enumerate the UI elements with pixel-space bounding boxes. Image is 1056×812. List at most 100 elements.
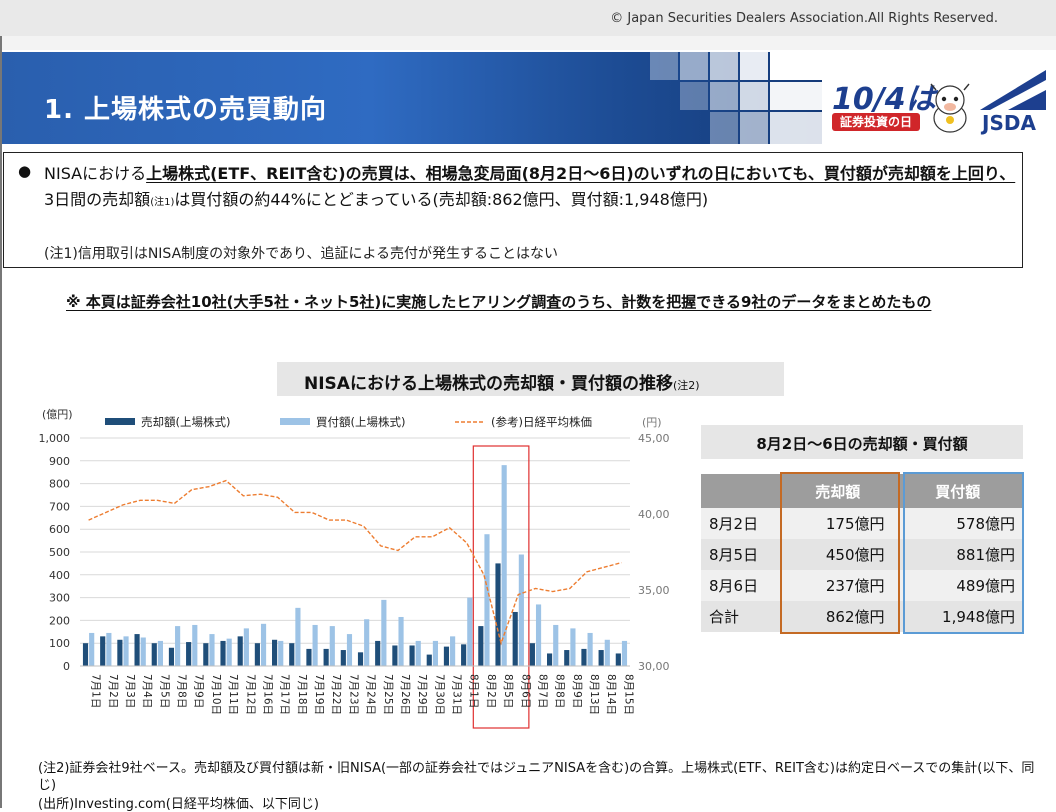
x-tick-label: 8月8日 [554,674,566,708]
row-date: 8月5日 [701,539,783,570]
x-tick-label: 7月23日 [347,674,359,715]
bar-sell [254,643,260,666]
x-tick-label: 7月22日 [330,674,342,715]
bar-sell [598,650,604,666]
x-tick-label: 8月15日 [622,674,634,715]
bar-sell [168,647,175,666]
row-date: 8月2日 [701,508,783,539]
note1: (注1)信用取引はNISA制度の対象外であり、追証による売付が発生することはない [44,246,559,262]
event-logo-label: 証券投資の日 [832,113,920,131]
y-tick-left: 800 [49,478,70,491]
legend-label: 売却額(上場株式) [141,415,230,429]
chart: 0 100 200 300 400 500 600 700 800 900 1,000 30,000 3… [39,408,670,729]
bar-buy [106,632,112,666]
bar-sell [426,654,432,666]
bar-buy [312,624,318,666]
x-tick-label: 8月14日 [605,674,617,715]
chart-title-text: NISAにおける上場株式の売却額・買付額の推移 [304,374,673,394]
bar-sell [409,645,415,666]
top-strip [2,36,1056,50]
y-tick-left: 400 [49,569,70,582]
summary-part1: NISAにおける [44,164,147,183]
bar-buy [243,628,249,666]
bar-buy [157,640,163,666]
x-tick-label: 7月29日 [416,674,428,715]
summary-part3: 3日間の売却額 [44,190,151,209]
x-tick-label: 8月13日 [588,674,600,715]
x-tick-label: 7月18日 [296,674,308,715]
summary-text: NISAにおける上場株式(ETF、REIT含む)の売買は、相場急変局面(8月2日… [44,161,1019,216]
bar-sell [323,648,329,666]
bar-buy [553,624,559,666]
bar-sell [203,643,209,666]
bar-buy [467,597,473,666]
y-tick-right: 35,000 [638,584,670,597]
buy-column-highlight [903,472,1024,634]
x-tick-label: 7月26日 [399,674,411,715]
bar-sell [461,644,467,666]
left-rule [0,36,2,808]
y-tick-left: 300 [49,592,70,605]
bar-buy [192,624,198,666]
bar-sell [478,626,484,666]
x-tick-label: 7月19日 [313,674,325,715]
bar-sell [272,639,278,666]
x-tick-label: 8月5日 [502,674,514,708]
x-tick-label: 7月11日 [227,674,239,715]
table-title: 8月2日～6日の売却額・買付額 [756,435,968,453]
bar-buy [140,637,146,666]
bar-sell [151,643,157,666]
x-tick-label: 8月2日 [485,674,497,708]
legend-label: (参考)日経平均株価 [491,415,592,429]
bar-buy [415,640,421,666]
bar-buy [260,623,267,666]
y-axis-label-right: (円) [642,416,662,429]
sell-column-highlight [780,472,900,634]
chart-title-note: (注2) [672,379,700,392]
bar-buy [587,632,593,666]
banner-mosaic [650,52,822,144]
bar-buy [123,636,129,666]
chart-title: NISAにおける上場株式の売却額・買付額の推移(注2) [304,369,700,394]
bullet-icon: ● [18,162,32,180]
y-axis-label-left: (億円) [42,408,73,421]
page-title: 1. 上場株式の売買動向 [44,95,328,125]
bar-sell [117,639,123,666]
y-tick-left: 0 [63,660,70,673]
y-tick-right: 40,000 [638,508,670,521]
x-tick-label: 7月30日 [433,674,445,715]
x-tick-label: 7月16日 [261,674,273,715]
legend-swatch [280,418,310,425]
y-tick-left: 900 [49,455,70,468]
y-tick-left: 100 [49,637,70,650]
x-tick-label: 8月9日 [571,674,583,708]
jsda-logo: JSDA [982,111,1036,135]
x-tick-label: 7月3日 [124,674,136,708]
bar-sell [581,648,587,666]
bar-buy [346,634,353,666]
x-tick-label: 7月1日 [90,674,102,708]
bar-sell [340,650,346,666]
bar-buy [484,534,490,666]
y-tick-right: 30,000 [638,660,670,673]
bar-buy [398,616,404,666]
bar-sell [512,611,518,666]
notice-text: ※ 本頁は証券会社10社(大手5社・ネット5社)に実施したヒアリング調査のうち、… [66,293,932,311]
bar-sell [564,650,570,666]
bar-sell [220,640,226,666]
x-tick-label: 8月7日 [536,674,548,708]
y-tick-left: 500 [49,546,70,559]
bar-buy [604,639,610,666]
row-date: 合計 [701,601,783,632]
x-tick-label: 7月8日 [176,674,188,708]
bar-sell [237,636,243,666]
x-tick-label: 7月4日 [141,674,153,708]
bar-buy [621,640,628,666]
bar-buy [518,554,524,666]
summary-note-ref: (注1) [150,197,175,208]
jsda-mark-icon [980,70,1046,110]
bar-sell [134,634,140,666]
y-tick-left: 1,000 [39,432,71,445]
bar-buy [209,634,215,666]
x-tick-label: 8月1日 [468,674,480,708]
